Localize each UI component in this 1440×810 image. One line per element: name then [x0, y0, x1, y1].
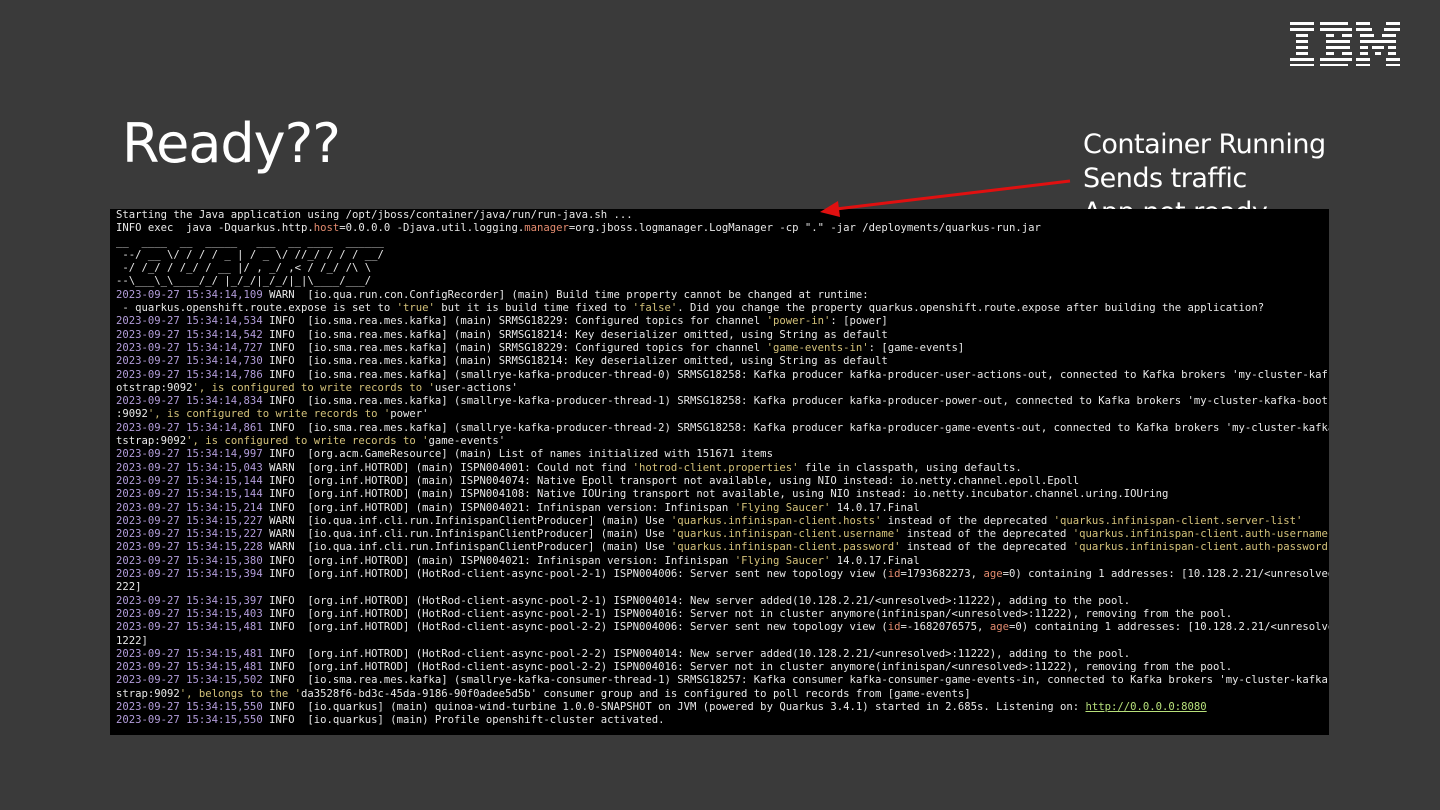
log-line: --/ __ \/ / / / _ | / _ \/ //_/ / / / __…: [122, 248, 384, 261]
log-line: otstrap:9092', is configured to write re…: [116, 381, 518, 394]
log-line: 2023-09-27 15:34:15,228 WARN [io.qua.inf…: [116, 541, 1329, 554]
log-line: 2023-09-27 15:34:15,481 INFO [org.inf.HO…: [116, 621, 1329, 634]
log-line: Starting the Java application using /opt…: [116, 209, 633, 221]
log-line: 2023-09-27 15:34:15,144 INFO [org.inf.HO…: [116, 474, 1080, 487]
log-line: 2023-09-27 15:34:15,481 INFO [org.inf.HO…: [116, 661, 1233, 674]
log-line: -/ /_/ / /_/ / __ |/ , _/ ,< / /_/ /\ \: [122, 262, 372, 275]
log-line: 2023-09-27 15:34:14,861 INFO [io.sma.rea…: [116, 421, 1329, 434]
callout-line-1: Container Running: [1083, 129, 1326, 160]
log-line: tstrap:9092', is configured to write rec…: [116, 435, 506, 448]
log-line: 2023-09-27 15:34:15,394 INFO [org.inf.HO…: [116, 568, 1329, 581]
log-line: 2023-09-27 15:34:15,227 WARN [io.qua.inf…: [116, 528, 1329, 541]
terminal-log-screenshot: Starting the Java application using /opt…: [110, 209, 1329, 735]
log-line: 2023-09-27 15:34:15,403 INFO [org.inf.HO…: [116, 607, 1233, 620]
log-line: 2023-09-27 15:34:15,550 INFO [io.quarkus…: [116, 714, 665, 727]
log-line: 2023-09-27 15:34:15,043 WARN [org.inf.HO…: [116, 461, 1022, 474]
log-line: --\___\_\____/_/ |_/_/|_/_/|_|\____/___/: [116, 275, 372, 288]
log-line: 1222]: [116, 634, 148, 647]
log-line: __ ____ __ _____ ___ __ ____ ______: [116, 235, 384, 248]
log-line: 2023-09-27 15:34:15,481 INFO [org.inf.HO…: [116, 647, 1131, 660]
log-line: strap:9092', belongs to the 'da3528f6-bd…: [116, 687, 971, 700]
log-line: :9092', is configured to write records t…: [116, 408, 429, 421]
slide-title: Ready??: [122, 112, 341, 175]
log-line: 2023-09-27 15:34:14,727 INFO [io.sma.rea…: [116, 341, 965, 354]
log-line: 2023-09-27 15:34:15,380 INFO [org.inf.HO…: [116, 554, 920, 567]
log-line: 2023-09-27 15:34:14,997 INFO [org.acm.Ga…: [116, 448, 773, 461]
log-line: 222]: [116, 581, 142, 594]
log-line: 2023-09-27 15:34:15,502 INFO [io.sma.rea…: [116, 674, 1329, 687]
terminal-log-output: Starting the Java application using /opt…: [110, 209, 1329, 728]
log-line: 2023-09-27 15:34:15,214 INFO [org.inf.HO…: [116, 501, 920, 514]
log-line: 2023-09-27 15:34:15,550 INFO [io.quarkus…: [116, 700, 1207, 713]
arrow-shaft: [835, 179, 1071, 211]
log-line: 2023-09-27 15:34:14,834 INFO [io.sma.rea…: [116, 395, 1329, 408]
log-line: 2023-09-27 15:34:14,542 INFO [io.sma.rea…: [116, 328, 888, 341]
log-line: - quarkus.openshift.route.expose is set …: [116, 302, 1265, 315]
callout-line-2: Sends traffic: [1083, 163, 1247, 194]
log-line: 2023-09-27 15:34:14,730 INFO [io.sma.rea…: [116, 355, 888, 368]
log-line: 2023-09-27 15:34:15,397 INFO [org.inf.HO…: [116, 594, 1131, 607]
ibm-logo: [1290, 22, 1400, 66]
log-line: 2023-09-27 15:34:14,109 WARN [io.qua.run…: [116, 288, 869, 301]
log-line: INFO exec java -Dquarkus.http.host=0.0.0…: [116, 222, 1041, 235]
log-line: 2023-09-27 15:34:14,786 INFO [io.sma.rea…: [116, 368, 1329, 381]
log-line: 2023-09-27 15:34:15,227 WARN [io.qua.inf…: [116, 514, 1303, 527]
log-line: 2023-09-27 15:34:15,144 INFO [org.inf.HO…: [116, 488, 1169, 501]
log-line: 2023-09-27 15:34:14,534 INFO [io.sma.rea…: [116, 315, 888, 328]
